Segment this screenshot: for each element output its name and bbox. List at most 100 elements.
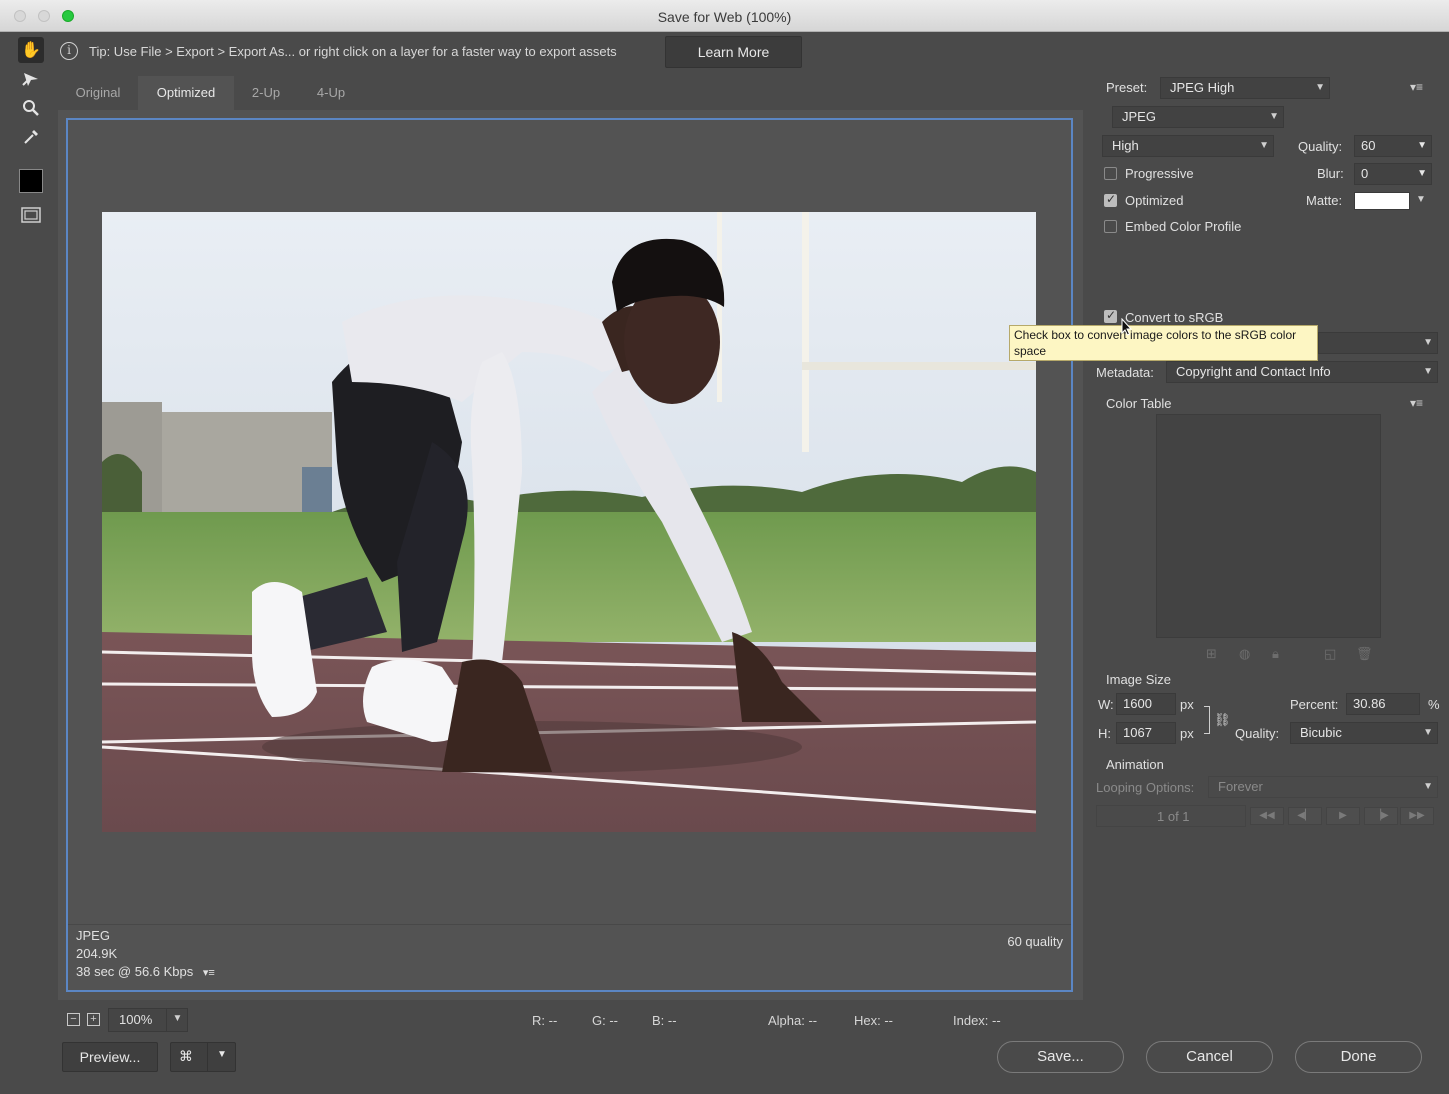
hand-tool-icon[interactable]: ✋ [18, 37, 44, 63]
metadata-label: Metadata: [1096, 365, 1154, 380]
width-field[interactable]: 1600 [1116, 693, 1176, 715]
quality-readout: 60 quality [1007, 934, 1063, 949]
save-button[interactable]: Save... [997, 1041, 1124, 1073]
info-separator [68, 924, 1071, 925]
convert-srgb-label: Convert to sRGB [1125, 310, 1224, 325]
tab-optimized[interactable]: Optimized [138, 76, 234, 110]
optimization-settings-panel: Preset: JPEG High ▼ ▾≡ JPEG ▼ High ▼ Qualit… [1092, 76, 1449, 1036]
progressive-label: Progressive [1125, 166, 1194, 181]
optimized-checkbox[interactable] [1104, 192, 1117, 207]
title-bar: Save for Web (100%) [0, 0, 1449, 32]
tools-column: ✋ [8, 32, 54, 1082]
download-rate-menu-icon[interactable]: ▾≡ [203, 967, 215, 979]
convert-srgb-tooltip: Check box to convert image colors to the… [1009, 325, 1318, 361]
optimize-menu-icon[interactable]: ▾≡ [1410, 80, 1423, 94]
zoom-out-button[interactable]: − [67, 1013, 80, 1026]
tip-text: Tip: Use File > Export > Export As... or… [89, 44, 617, 59]
resample-quality-select[interactable]: Bicubic ▼ [1290, 722, 1438, 744]
next-frame-icon[interactable]: ▕▶ [1364, 807, 1398, 825]
format-readout: JPEG [76, 928, 110, 943]
height-label: H: [1098, 726, 1111, 741]
preset-label: Preset: [1106, 80, 1148, 95]
tab-2-up[interactable]: 2-Up [234, 76, 298, 110]
eyedropper-tool-icon[interactable] [18, 124, 44, 150]
height-field[interactable]: 1067 [1116, 722, 1176, 744]
save-for-web-window: Save for Web (100%) ✋ i Tip: Use File > … [0, 0, 1449, 1094]
red-readout: R: -- [532, 1013, 558, 1028]
first-frame-icon[interactable]: ◀◀ [1250, 807, 1284, 825]
compression-quality-select[interactable]: High ▼ [1102, 135, 1274, 157]
eyedropper-color-swatch[interactable] [19, 169, 43, 193]
blur-field[interactable]: 0 ▼ [1354, 163, 1432, 185]
map-colors-icon[interactable]: ⊞ [1206, 646, 1217, 662]
preview-color-select[interactable]: ▼ [1318, 332, 1438, 354]
preview-browser-select[interactable]: ⌘ ▼ [170, 1042, 236, 1072]
optimized-info: JPEG 204.9K 38 sec @ 56.6 Kbps ▾≡ [76, 927, 215, 982]
width-unit: px [1180, 697, 1194, 712]
percent-unit: % [1428, 697, 1440, 712]
embed-color-profile-checkbox[interactable] [1104, 220, 1117, 233]
browser-icon: ⌘ [179, 1048, 193, 1064]
preview-photo [102, 212, 1036, 832]
lock-icon[interactable]: 🔒︎ [1272, 646, 1279, 662]
play-icon[interactable]: ▶ [1326, 807, 1360, 825]
metadata-select[interactable]: Copyright and Contact Info ▼ [1166, 361, 1438, 383]
quality-label: Quality: [1298, 139, 1343, 154]
done-button[interactable]: Done [1295, 1041, 1422, 1073]
slice-select-tool-icon[interactable] [18, 66, 44, 92]
constrain-bracket [1204, 706, 1210, 734]
height-unit: px [1180, 726, 1194, 741]
download-time-readout: 38 sec @ 56.6 Kbps ▾≡ [76, 964, 215, 979]
trash-icon[interactable]: 🗑︎ [1356, 646, 1373, 662]
file-format-select[interactable]: JPEG ▼ [1112, 106, 1284, 128]
convert-srgb-checkbox[interactable] [1104, 308, 1117, 323]
width-label: W: [1098, 697, 1114, 712]
looping-options-select[interactable]: Forever ▼ [1208, 776, 1438, 798]
color-table-label: Color Table [1106, 396, 1172, 411]
optimized-preview-pane[interactable]: JPEG 204.9K 38 sec @ 56.6 Kbps ▾≡ 60 qua… [66, 118, 1073, 992]
zoom-in-button[interactable]: + [87, 1013, 100, 1026]
tab-original[interactable]: Original [58, 76, 138, 110]
percent-label: Percent: [1290, 697, 1339, 712]
window-title: Save for Web (100%) [657, 9, 792, 25]
web-shift-icon[interactable]: ◍ [1239, 646, 1250, 662]
image-size-heading: Image Size [1106, 672, 1172, 687]
progressive-checkbox[interactable] [1104, 167, 1117, 180]
blur-label: Blur: [1317, 166, 1344, 181]
cancel-button[interactable]: Cancel [1146, 1041, 1273, 1073]
new-color-icon[interactable]: ◱ [1324, 646, 1336, 662]
matte-color-swatch[interactable] [1354, 192, 1410, 210]
resample-quality-label: Quality: [1235, 726, 1280, 741]
tab-4-up[interactable]: 4-Up [298, 76, 364, 110]
view-tabs: Original Optimized 2-Up 4-Up [58, 76, 1083, 110]
quality-field[interactable]: 60 ▼ [1354, 135, 1432, 157]
info-icon: i [60, 42, 78, 60]
color-table-menu-icon[interactable]: ▾≡ [1410, 396, 1423, 410]
looping-options-label: Looping Options: [1096, 780, 1195, 795]
index-readout: Index: -- [953, 1013, 1001, 1028]
chevron-down-icon: ▼ [217, 1049, 227, 1060]
toggle-slices-icon[interactable] [18, 202, 44, 228]
hex-readout: Hex: -- [854, 1013, 893, 1028]
frame-counter-box: 1 of 1 [1096, 805, 1246, 827]
chevron-down-icon[interactable]: ▼ [1416, 194, 1426, 205]
preview-area: Original Optimized 2-Up 4-Up JPEG 204.9K… [58, 76, 1083, 1000]
frame-counter: 1 of 1 [1157, 809, 1190, 824]
optimized-label: Optimized [1125, 193, 1184, 208]
blue-readout: B: -- [652, 1013, 677, 1028]
last-frame-icon[interactable]: ▶▶ [1400, 807, 1434, 825]
file-size-readout: 204.9K [76, 946, 118, 961]
link-chain-icon[interactable]: ⛓ [1214, 712, 1231, 728]
preset-select[interactable]: JPEG High ▼ [1160, 77, 1330, 99]
alpha-readout: Alpha: -- [768, 1013, 818, 1028]
learn-more-button[interactable]: Learn More [665, 36, 802, 68]
preview-button[interactable]: Preview... [62, 1042, 158, 1072]
percent-field[interactable]: 30.86 [1346, 693, 1420, 715]
color-table [1156, 414, 1381, 638]
chevron-down-icon[interactable]: ▼ [166, 1008, 188, 1032]
animation-heading: Animation [1106, 757, 1164, 772]
previous-frame-icon[interactable]: ◀▏ [1288, 807, 1322, 825]
zoom-tool-icon[interactable] [18, 95, 44, 121]
green-readout: G: -- [592, 1013, 618, 1028]
tip-bar: i Tip: Use File > Export > Export As... … [56, 36, 816, 68]
